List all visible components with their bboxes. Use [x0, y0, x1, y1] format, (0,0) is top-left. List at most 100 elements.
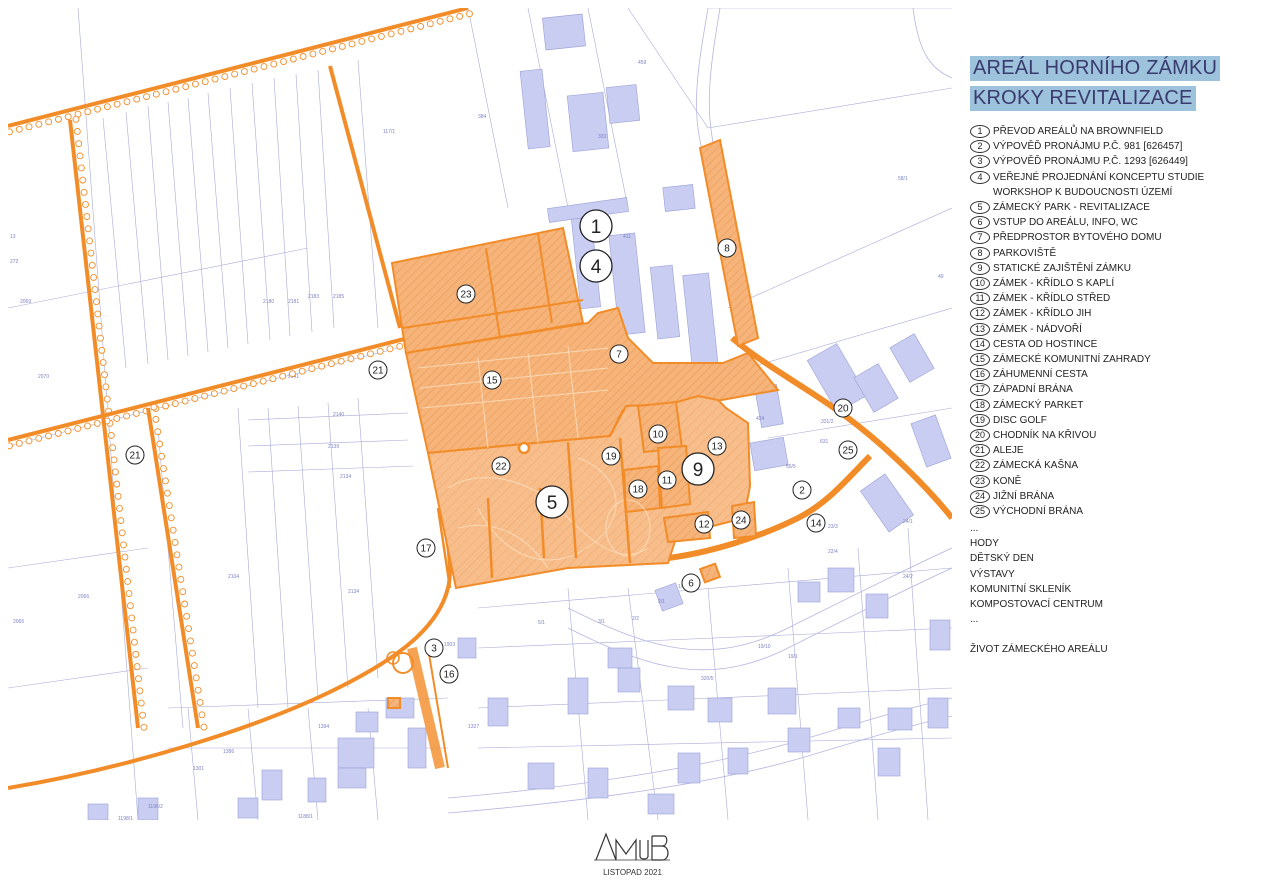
svg-text:2069: 2069 — [20, 299, 31, 305]
tree-symbol — [109, 444, 117, 452]
tree-symbol — [129, 626, 137, 634]
legend-label: ALEJE — [993, 445, 1024, 457]
tree-symbol — [143, 93, 150, 101]
map-marker-24[interactable]: 24 — [731, 510, 751, 530]
svg-text:384: 384 — [478, 114, 487, 120]
map-marker-8[interactable]: 8 — [717, 238, 737, 258]
tree-symbol — [132, 410, 140, 417]
map-marker-10[interactable]: 10 — [648, 424, 668, 444]
map-marker-12[interactable]: 12 — [694, 514, 714, 534]
tree-symbol — [181, 600, 189, 608]
tree-symbol — [318, 362, 326, 370]
map-marker-4[interactable]: 4 — [579, 249, 613, 283]
marker-number: 11 — [662, 476, 673, 487]
tree-symbol — [152, 90, 160, 98]
map-marker-21[interactable]: 21 — [125, 445, 145, 465]
map-marker-9[interactable]: 9 — [681, 452, 715, 486]
tree-symbol — [95, 322, 103, 330]
legend-item: 25 VÝCHODNÍ BRÁNA — [970, 504, 1260, 519]
map-marker-3[interactable]: 3 — [424, 638, 444, 658]
map-marker-7[interactable]: 7 — [609, 344, 629, 364]
map-marker-25[interactable]: 25 — [838, 440, 858, 460]
map-canvas[interactable]: 384 117/1 333 2070 2141 2140 2139 2134 2… — [8, 8, 952, 820]
svg-text:24/2: 24/2 — [903, 574, 913, 580]
tree-symbol — [201, 78, 209, 86]
legend-number: 13 — [970, 322, 990, 336]
legend-label: VEŘEJNÉ PROJEDNÁNÍ KONCEPTU STUDIE WORKS… — [993, 171, 1205, 198]
svg-text:272: 272 — [10, 259, 19, 265]
svg-text:49: 49 — [938, 274, 944, 280]
legend-number: 16 — [970, 368, 990, 382]
legend-label: DISC GOLF — [993, 414, 1047, 426]
tree-symbol — [165, 502, 173, 509]
legend-item: 15 ZÁMECKÉ KOMUNITNÍ ZAHRADY — [970, 352, 1260, 367]
tree-symbol — [156, 440, 164, 448]
map-marker-17[interactable]: 17 — [416, 538, 436, 558]
tree-symbol — [64, 113, 72, 121]
legend-number: 5 — [970, 201, 990, 215]
map-marker-22[interactable]: 22 — [491, 456, 511, 476]
tree-symbol — [298, 367, 306, 375]
marker-number: 21 — [129, 451, 141, 462]
map-marker-2[interactable]: 2 — [792, 480, 812, 500]
map-marker-16[interactable]: 16 — [439, 664, 459, 684]
legend-number: 17 — [970, 383, 990, 397]
map-marker-13[interactable]: 13 — [707, 436, 727, 456]
marker-number: 16 — [443, 670, 455, 681]
events-list: ... HODY DĚTSKÝ DEN VÝSTAVY KOMUNITNÍ SKLENÍ… — [970, 521, 1103, 627]
tree-symbol — [126, 602, 134, 610]
tree-symbol — [84, 225, 92, 233]
svg-text:2066: 2066 — [78, 594, 89, 600]
svg-text:2180: 2180 — [263, 299, 274, 305]
map-marker-20[interactable]: 20 — [833, 398, 853, 418]
map-marker-19[interactable]: 19 — [601, 446, 621, 466]
map-marker-11[interactable]: 11 — [657, 470, 677, 490]
legend-number: 3 — [970, 155, 990, 169]
marker-number: 6 — [688, 579, 694, 590]
tree-symbol — [120, 541, 128, 549]
svg-text:1903: 1903 — [444, 642, 455, 648]
event-item: KOMUNITNÍ SKLENÍK — [970, 583, 1072, 595]
map-marker-18[interactable]: 18 — [628, 479, 648, 499]
tree-symbol — [15, 125, 23, 133]
tree-symbol — [260, 63, 268, 70]
svg-text:1301: 1301 — [193, 766, 204, 772]
tree-symbol — [182, 83, 190, 91]
map-panel[interactable]: 384 117/1 333 2070 2141 2140 2139 2134 2… — [8, 8, 952, 820]
tree-symbol — [308, 365, 316, 373]
legend-item: 19 DISC GOLF — [970, 413, 1260, 428]
map-marker-15[interactable]: 15 — [482, 370, 502, 390]
legend-label: ZÁMECKÉ KOMUNITNÍ ZAHRADY — [993, 354, 1151, 366]
marker-number: 3 — [431, 644, 437, 655]
map-marker-23[interactable]: 23 — [456, 284, 476, 304]
svg-text:2134: 2134 — [348, 589, 359, 595]
legend-label: PARKOVIŠTĚ — [993, 247, 1057, 259]
legend-number: 12 — [970, 307, 990, 321]
legend-item: 17 ZÁPADNÍ BRÁNA — [970, 382, 1260, 397]
map-marker-6[interactable]: 6 — [681, 573, 701, 593]
legend-label: ZÁMEK - KŘÍDLO STŘED — [993, 293, 1111, 305]
legend-item: 7 PŘEDPROSTOR BYTOVÉHO DOMU — [970, 230, 1260, 245]
tree-symbol — [259, 377, 267, 385]
legend-number: 11 — [970, 292, 990, 306]
map-marker-14[interactable]: 14 — [806, 513, 826, 533]
legend-label: ZÁMECKÝ PARK - REVITALIZACE — [993, 202, 1150, 214]
tree-symbol — [80, 188, 88, 196]
legend-item: 22 ZÁMECKÁ KAŠNA — [970, 458, 1260, 473]
tree-symbol — [327, 360, 335, 368]
legend-number: 18 — [970, 398, 990, 412]
legend-label: PŘEDPROSTOR BYTOVÉHO DOMU — [993, 232, 1162, 244]
svg-text:5/1: 5/1 — [538, 620, 545, 626]
tree-symbol — [188, 649, 196, 657]
legend-label: ZÁMEK - KŘÍDLO S KAPLÍ — [993, 278, 1115, 290]
legend-item: 5 ZÁMECKÝ PARK - REVITALIZACE — [970, 200, 1260, 215]
tree-symbol — [93, 419, 101, 427]
map-marker-1[interactable]: 1 — [579, 209, 613, 243]
svg-text:333: 333 — [598, 134, 607, 140]
tree-symbol — [117, 517, 125, 525]
map-marker-5[interactable]: 5 — [535, 485, 569, 519]
event-item: VÝSTAVY — [970, 568, 1015, 580]
map-marker-21[interactable]: 21 — [368, 360, 388, 380]
tree-symbol — [417, 22, 425, 30]
legend-number: 6 — [970, 216, 990, 230]
